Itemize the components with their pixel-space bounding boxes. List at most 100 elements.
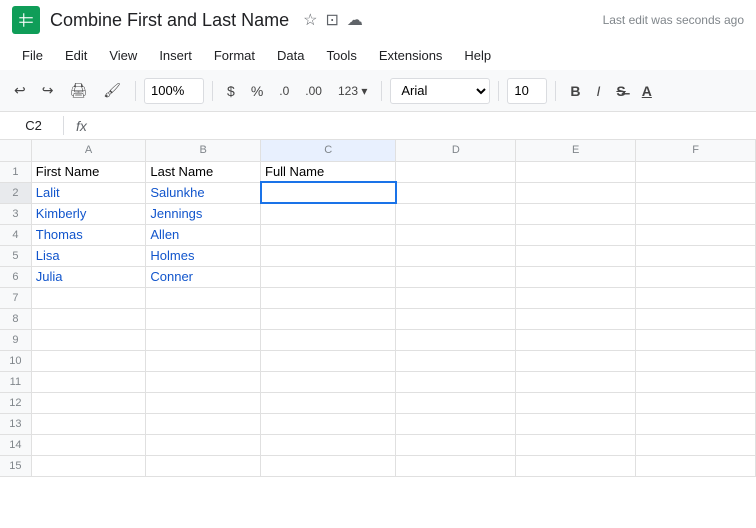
- cell-b2[interactable]: Salunkhe: [146, 182, 261, 203]
- zoom-input[interactable]: [144, 78, 204, 104]
- cell-e13[interactable]: [516, 413, 636, 434]
- cell-d15[interactable]: [396, 455, 516, 476]
- cell-e15[interactable]: [516, 455, 636, 476]
- cell-e7[interactable]: [516, 287, 636, 308]
- cell-d11[interactable]: [396, 371, 516, 392]
- cell-f8[interactable]: [636, 308, 756, 329]
- cell-d7[interactable]: [396, 287, 516, 308]
- cell-a4[interactable]: Thomas: [31, 224, 146, 245]
- cell-d1[interactable]: [396, 161, 516, 182]
- col-header-d[interactable]: D: [396, 140, 516, 161]
- cell-b11[interactable]: [146, 371, 261, 392]
- cell-c6[interactable]: [261, 266, 396, 287]
- cell-c13[interactable]: [261, 413, 396, 434]
- paint-format-button[interactable]: 🖌: [97, 78, 127, 103]
- cell-b14[interactable]: [146, 434, 261, 455]
- cell-f5[interactable]: [636, 245, 756, 266]
- cell-c12[interactable]: [261, 392, 396, 413]
- bold-button[interactable]: B: [564, 80, 586, 102]
- cell-a11[interactable]: [31, 371, 146, 392]
- currency-button[interactable]: $: [221, 79, 241, 103]
- menu-edit[interactable]: Edit: [55, 44, 97, 67]
- cell-c1[interactable]: Full Name: [261, 161, 396, 182]
- cell-e6[interactable]: [516, 266, 636, 287]
- menu-data[interactable]: Data: [267, 44, 314, 67]
- formula-input[interactable]: [99, 118, 752, 133]
- cell-c9[interactable]: [261, 329, 396, 350]
- cell-e1[interactable]: [516, 161, 636, 182]
- cell-f6[interactable]: [636, 266, 756, 287]
- cell-b8[interactable]: [146, 308, 261, 329]
- cell-e10[interactable]: [516, 350, 636, 371]
- cell-e2[interactable]: [516, 182, 636, 203]
- cell-a7[interactable]: [31, 287, 146, 308]
- cell-d14[interactable]: [396, 434, 516, 455]
- cell-a15[interactable]: [31, 455, 146, 476]
- cell-c11[interactable]: [261, 371, 396, 392]
- cell-f4[interactable]: [636, 224, 756, 245]
- cell-b7[interactable]: [146, 287, 261, 308]
- cell-f2[interactable]: [636, 182, 756, 203]
- cell-c3[interactable]: [261, 203, 396, 224]
- underline-button[interactable]: A: [636, 80, 658, 102]
- cell-f3[interactable]: [636, 203, 756, 224]
- cell-d3[interactable]: [396, 203, 516, 224]
- cell-f7[interactable]: [636, 287, 756, 308]
- cell-a14[interactable]: [31, 434, 146, 455]
- cell-e3[interactable]: [516, 203, 636, 224]
- cell-e14[interactable]: [516, 434, 636, 455]
- cell-b4[interactable]: Allen: [146, 224, 261, 245]
- cell-d4[interactable]: [396, 224, 516, 245]
- menu-help[interactable]: Help: [454, 44, 501, 67]
- font-selector[interactable]: Arial: [390, 78, 490, 104]
- more-formats-button[interactable]: 123 ▾: [332, 80, 373, 102]
- cell-d5[interactable]: [396, 245, 516, 266]
- cell-e8[interactable]: [516, 308, 636, 329]
- decimal0-button[interactable]: .0: [273, 80, 295, 102]
- menu-file[interactable]: File: [12, 44, 53, 67]
- col-header-e[interactable]: E: [516, 140, 636, 161]
- menu-tools[interactable]: Tools: [316, 44, 366, 67]
- cell-a13[interactable]: [31, 413, 146, 434]
- col-header-b[interactable]: B: [146, 140, 261, 161]
- cell-a5[interactable]: Lisa: [31, 245, 146, 266]
- cell-f15[interactable]: [636, 455, 756, 476]
- cell-e9[interactable]: [516, 329, 636, 350]
- percent-button[interactable]: %: [245, 79, 269, 103]
- cell-b3[interactable]: Jennings: [146, 203, 261, 224]
- cell-e11[interactable]: [516, 371, 636, 392]
- cell-a3[interactable]: Kimberly: [31, 203, 146, 224]
- doc-title[interactable]: Combine First and Last Name: [50, 10, 289, 31]
- cell-b15[interactable]: [146, 455, 261, 476]
- menu-view[interactable]: View: [99, 44, 147, 67]
- cell-reference[interactable]: [4, 116, 64, 135]
- cell-c15[interactable]: [261, 455, 396, 476]
- cell-a8[interactable]: [31, 308, 146, 329]
- cell-b10[interactable]: [146, 350, 261, 371]
- cell-a1[interactable]: First Name: [31, 161, 146, 182]
- cell-a2[interactable]: Lalit: [31, 182, 146, 203]
- cell-f14[interactable]: [636, 434, 756, 455]
- cell-b13[interactable]: [146, 413, 261, 434]
- menu-insert[interactable]: Insert: [149, 44, 202, 67]
- cell-c5[interactable]: [261, 245, 396, 266]
- folder-icon[interactable]: ⊡: [325, 10, 338, 30]
- cell-c8[interactable]: [261, 308, 396, 329]
- cell-f12[interactable]: [636, 392, 756, 413]
- font-size-input[interactable]: [507, 78, 547, 104]
- cell-d13[interactable]: [396, 413, 516, 434]
- cell-c2[interactable]: [261, 182, 396, 203]
- cell-c7[interactable]: [261, 287, 396, 308]
- cell-d12[interactable]: [396, 392, 516, 413]
- cell-f9[interactable]: [636, 329, 756, 350]
- cell-b5[interactable]: Holmes: [146, 245, 261, 266]
- cell-a9[interactable]: [31, 329, 146, 350]
- cell-f10[interactable]: [636, 350, 756, 371]
- cell-d9[interactable]: [396, 329, 516, 350]
- cell-d6[interactable]: [396, 266, 516, 287]
- cell-c10[interactable]: [261, 350, 396, 371]
- cell-e5[interactable]: [516, 245, 636, 266]
- cell-e12[interactable]: [516, 392, 636, 413]
- print-button[interactable]: 🖨: [63, 78, 93, 103]
- cell-b9[interactable]: [146, 329, 261, 350]
